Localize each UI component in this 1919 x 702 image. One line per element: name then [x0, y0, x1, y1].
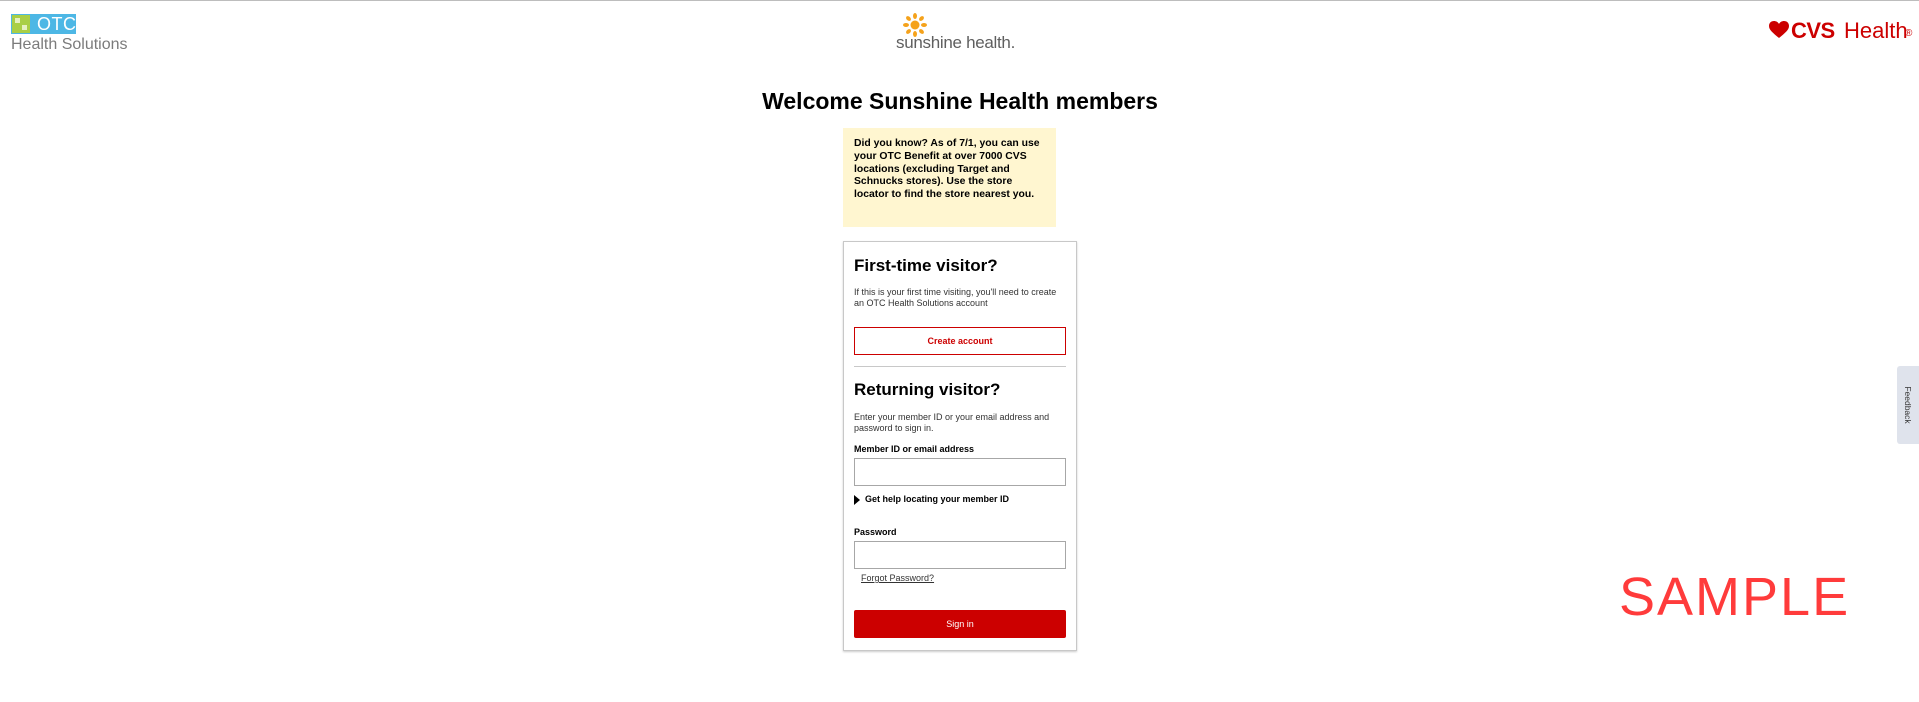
sign-in-button[interactable]: Sign in — [854, 610, 1066, 638]
returning-heading: Returning visitor? — [854, 380, 1001, 399]
returning-description: Enter your member ID or your email addre… — [854, 412, 1050, 433]
info-notice: Did you know? As of 7/1, you can use you… — [843, 128, 1056, 227]
create-account-button[interactable]: Create account — [854, 327, 1066, 355]
feedback-label: Feedback — [1903, 386, 1913, 424]
cvs-health-logo: CVS Health ® — [1769, 18, 1913, 46]
section-divider — [854, 366, 1066, 367]
top-border — [0, 0, 1919, 1]
page-title: Welcome Sunshine Health members — [762, 88, 1158, 114]
otc-badge: OTC — [11, 14, 76, 34]
registered-mark: ® — [1905, 28, 1913, 39]
forgot-password-link[interactable]: Forgot Password? — [861, 573, 934, 584]
cvs-logo-health: Health — [1844, 18, 1908, 43]
password-input[interactable] — [854, 541, 1066, 569]
info-notice-text: Did you know? As of 7/1, you can use you… — [854, 138, 1040, 201]
otc-squares-icon — [12, 15, 30, 33]
otc-health-solutions-logo[interactable]: OTC Health Solutions — [11, 14, 131, 53]
sunshine-health-logo: sunshine health. — [894, 13, 1015, 53]
first-time-heading: First-time visitor? — [854, 256, 998, 275]
caret-right-icon[interactable] — [854, 495, 860, 505]
feedback-tab[interactable]: Feedback — [1897, 366, 1919, 444]
otc-logo-text: OTC — [37, 14, 77, 34]
cvs-logo-brand: CVS — [1791, 18, 1835, 43]
heart-icon — [1769, 21, 1789, 38]
password-label: Password — [854, 527, 897, 537]
sample-watermark: SAMPLE — [1619, 567, 1851, 627]
otc-logo-subtext: Health Solutions — [11, 36, 128, 53]
member-id-help-link[interactable]: Get help locating your member ID — [865, 494, 1009, 505]
member-id-input[interactable] — [854, 458, 1066, 486]
member-id-label: Member ID or email address — [854, 444, 975, 454]
first-time-description: If this is your first time visiting, you… — [854, 287, 1057, 308]
sunshine-logo-text: sunshine health. — [896, 33, 1016, 52]
sign-in-card: First-time visitor? If this is your firs… — [843, 241, 1077, 651]
